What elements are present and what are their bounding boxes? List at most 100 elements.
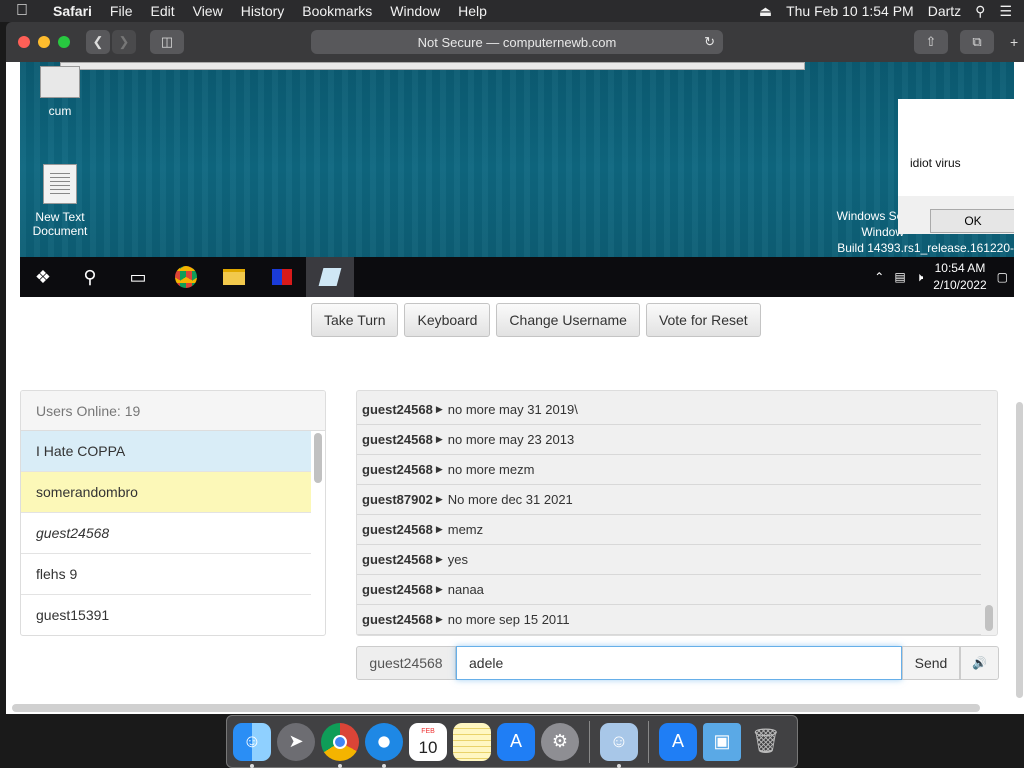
chat-text: No more dec 31 2021 — [447, 492, 573, 507]
launchpad-icon[interactable]: ➤ — [277, 722, 315, 761]
volume-icon: 🔊 — [972, 656, 987, 670]
apple-icon[interactable]:  — [0, 2, 44, 20]
desktop-icon-cum[interactable]: cum — [20, 66, 100, 118]
menubar-user[interactable]: Dartz — [928, 3, 961, 19]
user-list-item[interactable]: flehs 9 — [21, 554, 311, 595]
page-horizontal-scrollbar[interactable] — [12, 704, 980, 712]
menu-help[interactable]: Help — [449, 3, 496, 19]
eject-icon[interactable]: ⏏ — [759, 3, 772, 20]
forward-button[interactable]: ❯ — [112, 30, 136, 54]
menu-history[interactable]: History — [232, 3, 294, 19]
search-icon[interactable]: ⚲ — [66, 257, 114, 297]
close-window-button[interactable] — [18, 36, 30, 48]
chat-username: guest24568 — [362, 432, 433, 447]
chat-text: no more mezm — [447, 462, 535, 477]
back-button[interactable]: ❮ — [86, 30, 110, 54]
taskbar-clock[interactable]: 10:54 AM 2/10/2022 — [933, 260, 986, 294]
chat-username-label: guest24568 — [356, 646, 456, 680]
menu-bar:  Safari File Edit View History Bookmark… — [0, 0, 1024, 22]
chat-input[interactable] — [456, 646, 902, 680]
app-store-downloads-icon[interactable]: A — [659, 722, 697, 761]
finder-window-icon[interactable]: ☺ — [600, 722, 638, 768]
browser-toolbar: ❮ ❯ ◫ Not Secure — computernewb.com ↻ ⇧ … — [6, 22, 1024, 62]
users-scrollbar[interactable] — [313, 433, 323, 633]
page-vertical-scrollbar[interactable] — [1016, 402, 1023, 698]
dialog-ok-button[interactable]: OK — [930, 209, 1014, 233]
send-button[interactable]: Send — [902, 646, 960, 680]
file-explorer-icon[interactable] — [210, 257, 258, 297]
user-list-item[interactable]: somerandombro — [21, 472, 311, 513]
menu-bookmarks[interactable]: Bookmarks — [293, 3, 381, 19]
running-indicator — [338, 763, 342, 768]
safari-icon[interactable] — [365, 722, 403, 768]
notepad-icon[interactable] — [306, 257, 354, 297]
chrome-icon[interactable] — [321, 722, 359, 768]
user-list-item[interactable]: guest24568 — [21, 513, 311, 554]
menu-file[interactable]: File — [101, 3, 142, 19]
chat-text: yes — [447, 552, 468, 567]
app-icon[interactable] — [258, 257, 306, 297]
trash-icon[interactable]: 🗑 — [747, 723, 785, 761]
reload-icon[interactable]: ↻ — [704, 34, 715, 50]
chat-message: guest24568 ▶ no more sep 15 2011 — [357, 605, 981, 635]
finder-icon[interactable]: ☺ — [233, 722, 271, 768]
users-panel: Users Online: 19 I Hate COPPA somerandom… — [20, 390, 326, 636]
task-view-icon[interactable]: ▭ — [114, 257, 162, 297]
chat-text: no more sep 15 2011 — [447, 612, 570, 627]
share-button[interactable]: ⇧ — [914, 30, 948, 54]
scrollbar-thumb[interactable] — [314, 433, 322, 483]
control-center-icon[interactable]: ☰ — [999, 3, 1012, 20]
chat-username: guest24568 — [362, 582, 433, 597]
desktop-icon-new-text-document[interactable]: New Text Document — [20, 164, 100, 238]
app-store-icon[interactable]: A — [497, 722, 535, 761]
notification-icon[interactable]: ▢ — [997, 270, 1008, 284]
menu-window[interactable]: Window — [381, 3, 449, 19]
windows-start-icon[interactable]: ❖ — [20, 257, 66, 297]
volume-button[interactable]: 🔊 — [960, 646, 999, 680]
system-preferences-icon[interactable]: ⚙ — [541, 722, 579, 761]
scrollbar-thumb[interactable] — [985, 605, 993, 631]
new-tab-icon[interactable]: + — [1010, 34, 1018, 50]
menubar-datetime[interactable]: Thu Feb 10 1:54 PM — [786, 3, 914, 19]
keyboard-button[interactable]: Keyboard — [404, 303, 491, 337]
minimize-window-button[interactable] — [38, 36, 50, 48]
take-turn-button[interactable]: Take Turn — [311, 303, 399, 337]
caret-right-icon: ▶ — [435, 434, 443, 444]
chrome-icon[interactable] — [162, 257, 210, 297]
menu-app-safari[interactable]: Safari — [44, 3, 101, 19]
chat-scrollbar[interactable] — [984, 391, 994, 635]
chat-panel: guest24568 ▶ no more may 31 2019\ guest245… — [356, 390, 998, 636]
calendar-icon[interactable]: FEB 10 — [409, 722, 447, 761]
tabs-icon: ⧉ — [972, 34, 982, 49]
vote-reset-button[interactable]: Vote for Reset — [645, 303, 761, 337]
tabs-overview-button[interactable]: ⧉ — [960, 30, 994, 54]
gear-icon — [40, 66, 80, 98]
zoom-window-button[interactable] — [58, 36, 70, 48]
menu-edit[interactable]: Edit — [141, 3, 183, 19]
user-list-item[interactable]: guest15391 — [21, 595, 311, 635]
chevron-up-icon[interactable]: ⌃ — [874, 270, 884, 284]
chat-message: guest24568 ▶ memz — [357, 515, 981, 545]
sidebar-button[interactable]: ◫ — [150, 30, 184, 54]
chat-username: guest24568 — [362, 552, 433, 567]
notes-icon[interactable] — [453, 722, 491, 761]
running-indicator — [617, 763, 621, 768]
dock: ☺ ➤ FEB 10 A ⚙ ☺ A ▣ 🗑 — [226, 715, 798, 768]
spotlight-search-icon[interactable]: ⚲ — [975, 3, 985, 20]
change-username-button[interactable]: Change Username — [496, 303, 640, 337]
user-list-item[interactable]: I Hate COPPA — [21, 431, 311, 472]
vm-screen[interactable]: cum New Text Document Windows Server Win… — [20, 62, 1014, 297]
volume-muted-icon[interactable]: 🕨 — [916, 270, 924, 285]
address-bar[interactable]: Not Secure — computernewb.com ↻ — [311, 30, 723, 54]
running-indicator — [250, 763, 254, 768]
network-icon[interactable]: ▤ — [894, 270, 905, 284]
folder-icon[interactable]: ▣ — [703, 722, 741, 761]
caret-right-icon: ▶ — [435, 404, 443, 414]
caret-right-icon: ▶ — [435, 524, 443, 534]
clock-date: 2/10/2022 — [933, 278, 987, 292]
chat-username: guest24568 — [362, 402, 433, 417]
text-document-icon — [43, 164, 77, 204]
menu-view[interactable]: View — [184, 3, 232, 19]
vm-message-dialog: idiot virus OK — [898, 99, 1014, 234]
chevron-right-icon: ❯ — [118, 34, 130, 49]
